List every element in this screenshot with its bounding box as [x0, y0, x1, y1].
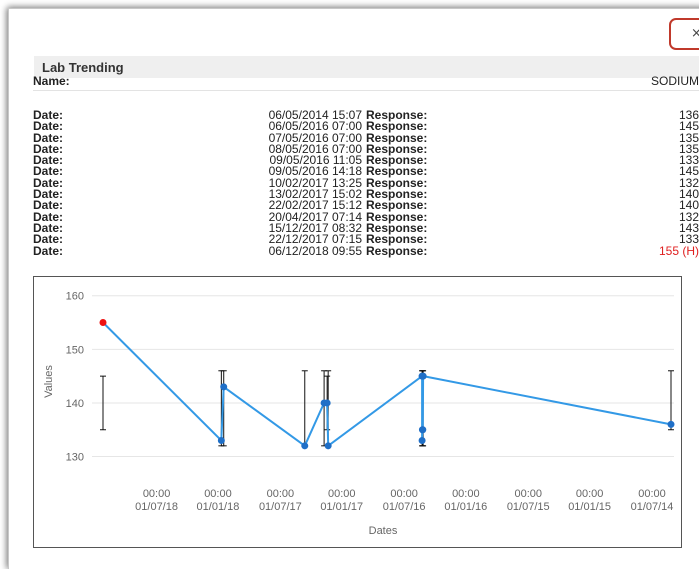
x-tick-time-label: 00:00 — [576, 488, 604, 500]
result-row: Date: 06/12/2018 09:55 Response: 155 (H) — [33, 243, 699, 258]
x-tick-time-label: 00:00 — [390, 488, 418, 500]
x-tick-date-label: 01/07/15 — [507, 501, 550, 513]
y-axis-title: Values — [43, 365, 55, 398]
x-tick-date-label: 01/07/17 — [259, 501, 302, 513]
value-point — [323, 399, 331, 407]
value-point — [419, 426, 427, 434]
x-tick-time-label: 00:00 — [204, 488, 232, 500]
response-label: Response: — [366, 243, 428, 258]
x-tick-time-label: 00:00 — [143, 488, 171, 500]
value-point — [667, 420, 675, 428]
x-tick-date-label: 01/07/18 — [135, 501, 178, 513]
high-value-point — [99, 319, 107, 327]
y-tick-label: 160 — [66, 291, 84, 303]
x-tick-time-label: 00:00 — [452, 488, 480, 500]
y-tick-label: 150 — [66, 344, 84, 356]
result-value: 155 (H) — [658, 243, 699, 258]
value-point — [301, 442, 309, 450]
value-point — [217, 436, 225, 444]
y-tick-label: 140 — [66, 398, 84, 410]
x-tick-time-label: 00:00 — [267, 488, 295, 500]
trend-chart: 130 140 150 160 00:00 01/07/18 00:00 01/01/18 00… — [33, 276, 682, 548]
x-tick-date-label: 01/01/16 — [444, 501, 487, 513]
x-tick-time-label: 00:00 — [514, 488, 542, 500]
x-tick-date-label: 01/01/15 — [568, 501, 611, 513]
x-axis-title: Dates — [369, 525, 398, 537]
x-tick-date-label: 01/07/14 — [631, 501, 674, 513]
dialog-title: Lab Trending — [42, 60, 124, 75]
trend-chart-svg: 13014015016000:0001/07/1800:0001/01/1800… — [43, 291, 675, 537]
results-list: Date: 06/05/2014 15:07 Response: 136 Date: 06… — [33, 109, 699, 258]
test-name-value: SODIUM — [651, 74, 699, 88]
name-label: Name: — [33, 74, 70, 88]
values-series-line — [102, 321, 672, 448]
close-button[interactable]: × — [669, 18, 699, 50]
x-tick-time-label: 00:00 — [328, 488, 356, 500]
x-tick-date-label: 01/01/18 — [197, 501, 240, 513]
value-point — [418, 436, 426, 444]
value-point — [220, 383, 228, 391]
test-name-row: Name: SODIUM — [33, 74, 699, 91]
y-tick-label: 130 — [66, 452, 84, 464]
x-tick-time-label: 00:00 — [638, 488, 666, 500]
date-label: Date: — [33, 243, 64, 258]
value-point — [324, 442, 332, 450]
result-date: 06/12/2018 09:55 — [268, 243, 362, 258]
x-tick-date-label: 01/07/16 — [383, 501, 426, 513]
value-point — [419, 372, 427, 380]
x-tick-date-label: 01/01/17 — [320, 501, 363, 513]
